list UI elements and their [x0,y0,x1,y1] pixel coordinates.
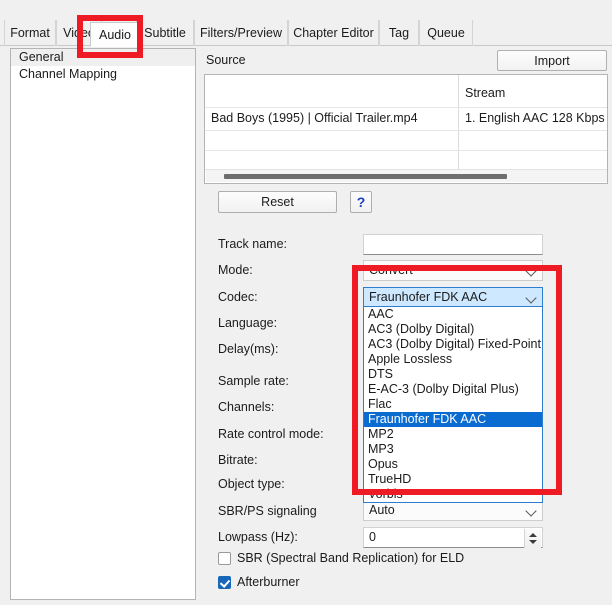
tab-label: Filters/Preview [200,26,282,40]
tab-queue[interactable]: Queue [419,20,473,46]
table-row[interactable]: Bad Boys (1995) | Official Trailer.mp4 1… [205,108,607,130]
tab-label: Tag [388,26,410,40]
help-button-label: ? [356,194,366,210]
dropdown-option-eac3[interactable]: E-AC-3 (Dolby Digital Plus) [364,382,542,397]
horizontal-scrollbar[interactable] [206,169,607,182]
dropdown-option-mp2[interactable]: MP2 [364,427,542,442]
help-icon[interactable]: ? [350,191,372,213]
label-sample-rate: Sample rate: [218,374,289,388]
tab-label: Queue [427,26,465,40]
scrollbar-thumb[interactable] [224,174,507,179]
dropdown-option-ac3[interactable]: AC3 (Dolby Digital) [364,322,542,337]
sidebar-item-label: Channel Mapping [19,67,117,81]
cell-source-stream: 1. English AAC 128 Kbps 48( [465,111,607,125]
dropdown-option-mp3[interactable]: MP3 [364,442,542,457]
checkbox-unchecked-icon[interactable] [218,551,231,565]
sidebar-item-general[interactable]: General [11,49,195,66]
spinner-down-icon[interactable] [529,540,537,544]
mode-select-value: Convert [369,263,413,277]
sbr-eld-label: SBR (Spectral Band Replication) for ELD [237,551,465,565]
reset-button-label: Reset [261,195,294,209]
tab-subtitle[interactable]: Subtitle [136,20,194,46]
label-object-type: Object type: [218,477,285,491]
spinner-buttons[interactable] [524,529,541,548]
chevron-down-icon [527,294,535,302]
sidebar-item-label: General [19,50,64,64]
dropdown-option-vorbis[interactable]: Vorbis [364,487,542,502]
dropdown-option-fraunhofer-fdk-aac[interactable]: Fraunhofer FDK AAC [364,412,542,427]
label-delay: Delay(ms): [218,342,279,356]
dropdown-option-opus[interactable]: Opus [364,457,542,472]
tab-label: Audio [99,27,131,42]
codec-select-value: Fraunhofer FDK AAC [369,290,488,304]
label-lowpass: Lowpass (Hz): [218,530,298,544]
import-button-label: Import [534,53,570,68]
column-header-stream: Stream [465,86,506,100]
label-mode: Mode: [218,263,253,277]
afterburner-checkbox-row[interactable]: Afterburner [218,575,300,589]
dropdown-option-apple-lossless[interactable]: Apple Lossless [364,352,542,367]
row-divider [205,150,607,151]
afterburner-label: Afterburner [237,575,300,589]
sidebar-item-channel-mapping[interactable]: Channel Mapping [11,66,195,83]
tab-audio[interactable]: Audio [90,22,140,47]
codec-select[interactable]: Fraunhofer FDK AAC [363,287,543,308]
source-section-label: Source [206,53,246,67]
lowpass-value: 0 [369,530,376,544]
tab-format[interactable]: Format [4,20,56,46]
tab-bar: Format Video Audio Subtitle Filters/Prev… [0,20,612,47]
codec-dropdown-list[interactable]: AAC AC3 (Dolby Digital) AC3 (Dolby Digit… [363,306,543,503]
audio-settings-pane: Source Import Stream Bad Boys (1995) | O… [200,48,612,605]
label-codec: Codec: [218,290,258,304]
tab-tag[interactable]: Tag [379,20,419,46]
audio-settings-window: Format Video Audio Subtitle Filters/Prev… [0,0,612,605]
dropdown-option-flac[interactable]: Flac [364,397,542,412]
dropdown-option-aac[interactable]: AAC [364,307,542,322]
import-button[interactable]: Import [497,50,607,71]
checkbox-checked-icon[interactable] [218,575,231,589]
mode-select[interactable]: Convert [363,260,543,281]
label-sbr-ps: SBR/PS signaling [218,504,317,518]
row-divider [205,130,607,131]
chevron-down-icon [527,507,535,515]
label-track-name: Track name: [218,237,288,251]
dropdown-option-ac3-fixed-point[interactable]: AC3 (Dolby Digital) Fixed-Point [364,337,542,352]
sbr-eld-checkbox-row[interactable]: SBR (Spectral Band Replication) for ELD [218,551,464,565]
settings-category-list[interactable]: General Channel Mapping [10,48,196,600]
sbr-ps-signaling-select[interactable]: Auto [363,500,543,521]
label-bitrate: Bitrate: [218,453,258,467]
cell-source-name: Bad Boys (1995) | Official Trailer.mp4 [211,111,418,125]
label-rate-control: Rate control mode: [218,427,324,441]
chevron-down-icon [527,267,535,275]
tab-filters-preview[interactable]: Filters/Preview [194,20,288,46]
tab-label: Subtitle [144,26,186,40]
tab-label: Chapter Editor [293,26,374,40]
tab-chapter-editor[interactable]: Chapter Editor [288,20,379,46]
dropdown-option-truehd[interactable]: TrueHD [364,472,542,487]
dropdown-option-dts[interactable]: DTS [364,367,542,382]
spinner-up-icon[interactable] [529,533,537,537]
reset-button[interactable]: Reset [218,191,337,213]
track-name-input[interactable] [363,234,543,255]
tab-label: Format [10,26,50,40]
label-language: Language: [218,316,278,330]
sbr-ps-signaling-value: Auto [369,503,395,517]
lowpass-stepper[interactable]: 0 [363,527,543,548]
source-table[interactable]: Stream Bad Boys (1995) | Official Traile… [204,74,608,184]
label-channels: Channels: [218,400,275,414]
